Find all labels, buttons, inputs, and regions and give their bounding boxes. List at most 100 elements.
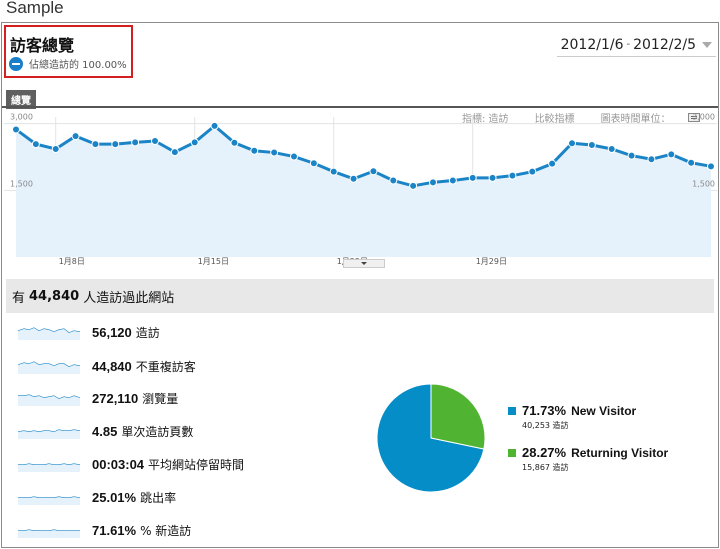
pie-slice-returning-visitor[interactable]: [430, 383, 486, 450]
chart-data-point: [667, 150, 676, 159]
sparkline-visits: [18, 327, 80, 340]
chart-data-point: [468, 173, 477, 182]
legend-new-visitor[interactable]: 71.73% New Visitor 40,253 造訪: [508, 403, 636, 431]
chart-data-point: [329, 167, 338, 176]
metric-label: 跳出率: [140, 490, 177, 505]
sparkline-unique-visitors: [18, 361, 80, 374]
segment-pie-icon: [9, 56, 23, 71]
metric-label: 不重複訪客: [135, 359, 196, 374]
chart-data-point: [687, 158, 696, 167]
chart-data-point: [369, 167, 378, 176]
chart-data-point: [91, 140, 100, 149]
metric-value: 272,110: [92, 390, 139, 406]
segment-indicator[interactable]: 佔總造訪的 100.00%: [9, 56, 127, 71]
chart-data-point: [190, 138, 199, 147]
chart-data-point: [707, 162, 715, 171]
chart-data-point: [131, 138, 140, 147]
date-separator: -: [626, 39, 631, 50]
chart-data-point: [31, 140, 40, 149]
chart-data-point: [170, 148, 179, 157]
chart-data-point: [270, 148, 279, 157]
chart-data-point: [548, 159, 557, 168]
chart-data-point: [51, 145, 60, 153]
y-tick-label: 1,500: [10, 179, 33, 188]
metric-label: 單次造訪頁數: [121, 424, 194, 439]
date-range-picker[interactable]: 2012/1/6 - 2012/2/5: [556, 33, 716, 57]
metric-pages-per-visit[interactable]: 4.85 單次造訪頁數: [18, 420, 193, 442]
legend-pct: 28.27%: [522, 445, 567, 460]
chart-data-point: [210, 121, 219, 130]
legend-swatch-returning: [508, 448, 516, 457]
y-tick-label-right: 1,500: [692, 179, 715, 188]
chart-data-point: [151, 137, 159, 145]
x-tick-label: 1月29日: [476, 257, 507, 266]
chart-data-point: [230, 138, 239, 147]
metric-label: 造訪: [135, 325, 160, 340]
chart-data-point: [309, 159, 318, 168]
metric-bounce-rate[interactable]: 25.01% 跳出率: [18, 486, 176, 508]
chart-data-point: [71, 132, 80, 141]
chart-data-point: [389, 176, 398, 185]
visitor-type-pie-chart: [376, 383, 486, 493]
y-tick-label-right: 3,000: [692, 113, 715, 122]
chart-data-point: [568, 139, 576, 148]
legend-swatch-new: [508, 406, 516, 415]
chart-data-point: [111, 140, 120, 149]
chart-data-point: [488, 173, 497, 182]
metric-unique-visitors[interactable]: 44,840 不重複訪客: [18, 355, 196, 377]
chart-data-point: [12, 125, 20, 134]
summary-suffix: 人造訪過此網站: [83, 290, 175, 306]
chart-data-point: [448, 176, 457, 185]
date-end: 2012/2/5: [633, 36, 696, 53]
y-tick-label: 3,000: [10, 113, 33, 122]
metric-label: 平均網站停留時間: [148, 457, 245, 472]
x-tick-label: 1月15日: [198, 257, 229, 266]
chart-area-fill: [16, 125, 711, 257]
sparkline-pages-per-visit: [18, 429, 80, 439]
chart-data-point: [587, 141, 596, 149]
metric-value: 71.61%: [92, 522, 137, 538]
legend-name: New Visitor: [571, 403, 637, 418]
chart-data-point: [409, 181, 418, 190]
metric-value: 44,840: [92, 358, 132, 374]
metric-value: 4.85: [92, 423, 118, 439]
sparkline-new-visits: [18, 529, 80, 538]
metric-label: 瀏覽量: [142, 391, 179, 406]
metric-label: % 新造訪: [140, 523, 192, 538]
chart-data-point: [349, 174, 358, 183]
x-tick-label: 1月8日: [59, 257, 85, 266]
metric-avg-duration[interactable]: 00:03:04 平均網站停留時間: [18, 453, 244, 475]
legend-pct: 71.73%: [522, 403, 567, 418]
legend-count: 40,253 造訪: [522, 421, 569, 430]
page-heading: Sample: [6, 0, 64, 17]
chart-data-point: [528, 167, 537, 176]
chart-data-point: [627, 151, 636, 160]
segment-label: 佔總造訪的 100.00%: [29, 60, 127, 71]
report-frame: 訪客總覽 佔總造訪的 100.00% 2012/1/6 - 2012/2/5 總…: [1, 22, 719, 548]
legend-returning-visitor[interactable]: 28.27% Returning Visitor 15,867 造訪: [508, 445, 668, 473]
legend-name: Returning Visitor: [571, 445, 669, 460]
legend-count: 15,867 造訪: [522, 463, 569, 472]
metric-pageviews[interactable]: 272,110 瀏覽量: [18, 387, 178, 409]
chart-data-point: [290, 152, 298, 161]
report-title-box: 訪客總覽 佔總造訪的 100.00%: [4, 25, 133, 78]
date-start: 2012/1/6: [560, 36, 624, 53]
sparkline-bounce-rate: [18, 496, 80, 505]
chart-data-point: [647, 155, 656, 164]
visits-line-chart: 3,0003,0001,5001,5001月8日1月15日1月22日1月29日: [4, 113, 717, 266]
metric-new-visits[interactable]: 71.61% % 新造訪: [18, 519, 191, 541]
report-title: 訪客總覽: [10, 36, 75, 55]
metric-value: 00:03:04: [92, 456, 145, 472]
metric-visits[interactable]: 56,120 造訪: [18, 321, 160, 343]
metric-value: 56,120: [92, 324, 132, 340]
chart-data-point: [429, 178, 437, 187]
sparkline-pageviews: [18, 394, 80, 406]
summary-prefix: 有: [12, 290, 26, 306]
sparkline-avg-duration: [18, 463, 80, 472]
metric-value: 25.01%: [92, 489, 137, 505]
chart-data-point: [508, 171, 517, 180]
chevron-down-icon: [702, 42, 712, 48]
chart-expand-handle[interactable]: [343, 259, 385, 268]
summary-count: 44,840: [29, 288, 80, 304]
chart-data-point: [250, 146, 259, 155]
